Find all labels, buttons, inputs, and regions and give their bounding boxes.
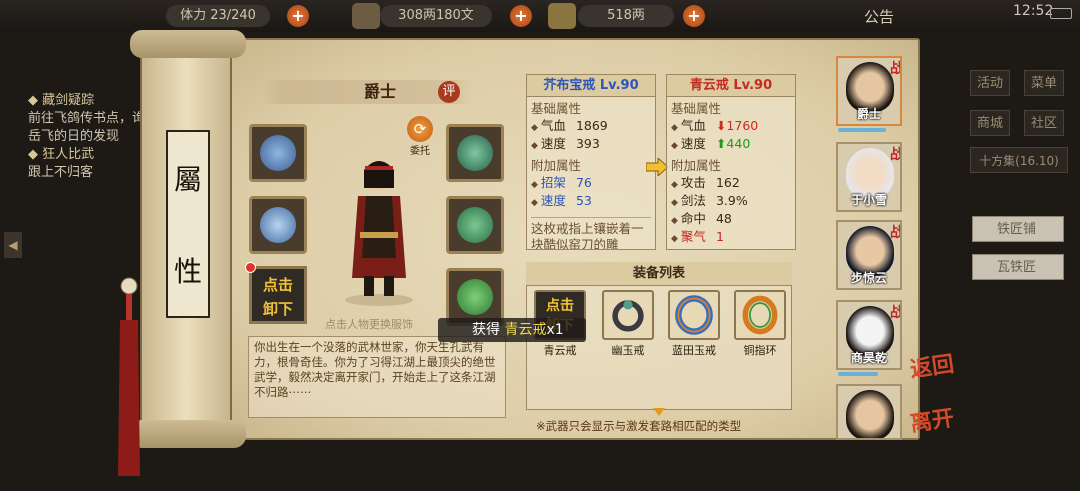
quest-desc: 跟上不归客 [28, 165, 94, 180]
roster-card[interactable]: 战 于小雪 [836, 142, 902, 212]
new-item-panel: 青云戒 Lv.90 基础属性 ◆ 气血 ⬇1760 ◆ 速度 ⬆440 附加属性 ◆ 攻击… [666, 74, 796, 250]
sword-icon [260, 207, 296, 243]
extra-attr-title: 附加属性 [531, 158, 582, 173]
ring-item-youyu[interactable] [602, 290, 654, 340]
quest-tracker[interactable]: ◆ 藏剑疑踪 前往飞鸽传书点，询问岳飞的日的发现 ◆ 狂人比武 跟上不归客 [28, 92, 158, 182]
character-name: 爵士 [363, 82, 396, 101]
attr-row: ◆ 招架 76 [531, 175, 592, 190]
base-attr-title: 基础属性 [531, 101, 582, 116]
tassel-icon [118, 277, 140, 476]
level-bar [838, 372, 878, 376]
battery-icon [1050, 8, 1072, 19]
item-obtained-toast: 获得 青云戒x1 [438, 318, 586, 342]
compare-arrow-icon [646, 158, 668, 176]
quest-title: ◆ 狂人比武 [28, 147, 95, 162]
character-bio: 你出生在一个没落的武林世家，你天生孔武有力，根骨奇佳。你为了习得江湖上最顶尖的绝… [248, 336, 506, 418]
gear-slot-helmet[interactable] [446, 124, 504, 182]
back-button[interactable]: 返回 [908, 351, 955, 383]
change-outfit-hint: 点击人物更换服饰 [325, 318, 413, 331]
item-description: 这枚戒指上镶嵌着一块酷似窑刀的雕 [531, 217, 651, 249]
gear-slot-weapon[interactable] [249, 196, 307, 254]
jade-pendant-icon [457, 279, 493, 315]
ring-label: 青云戒 [543, 344, 577, 357]
unequip-button[interactable]: 点击 卸下 [249, 266, 307, 324]
shifang-button[interactable]: 十方集(16.10) [970, 147, 1068, 173]
attr-row: ◆ 气血 1869 [531, 118, 608, 133]
attr-row: ◆ 聚气 1 [671, 229, 724, 244]
notification-dot [245, 262, 256, 273]
current-item-panel: 芥布宝戒 Lv.90 基础属性 ◆ 气血 1869 ◆ 速度 393 附加属性 ◆ 招架 7… [526, 74, 656, 250]
leave-button[interactable]: 离开 [908, 405, 955, 437]
attr-row: ◆ 速度 53 [531, 193, 592, 208]
gear-slot-weapon-accessory[interactable] [249, 124, 307, 182]
roster-card[interactable]: 战 商昊乾 [836, 300, 902, 370]
notice-button[interactable]: 公告 [864, 6, 894, 27]
shop-button[interactable]: 商城 [970, 110, 1010, 136]
ring-label: 蓝田玉戒 [672, 344, 716, 357]
helmet-icon [457, 135, 493, 171]
blacksmith-shop-button[interactable]: 铁匠铺 [972, 216, 1064, 242]
roster-card[interactable]: 战 步惊云 [836, 220, 902, 290]
base-attr-title: 基础属性 [671, 101, 722, 116]
armor-icon [457, 207, 493, 243]
activity-button[interactable]: 活动 [970, 70, 1010, 96]
attr-row: ◆ 气血 ⬇1760 [671, 118, 759, 133]
scroll-down-icon[interactable] [653, 408, 665, 416]
scroll-top-knob [130, 30, 246, 58]
add-gold-button[interactable]: + [683, 5, 705, 27]
level-bar [838, 128, 886, 132]
ring-icon [612, 300, 644, 332]
tile-smith-button[interactable]: 瓦铁匠 [972, 254, 1064, 280]
new-item-name: 青云戒 Lv.90 [667, 75, 795, 97]
ring-icon [742, 295, 778, 335]
roster-card[interactable] [836, 384, 902, 440]
gold-ingot-icon [548, 3, 576, 29]
ring-item-lantian[interactable] [668, 290, 720, 340]
gold-counter: 518两 [578, 5, 674, 27]
ring-label: 铜指环 [743, 344, 777, 357]
scroll-bottom-knob [130, 420, 246, 448]
attr-row: ◆ 速度 393 [531, 136, 600, 151]
ring-item-tong[interactable] [734, 290, 786, 340]
character-portrait[interactable] [336, 148, 422, 308]
attr-row: ◆ 攻击 162 [671, 175, 740, 190]
gear-slot-armor[interactable] [446, 196, 504, 254]
coin-icon [352, 3, 380, 29]
attr-row: ◆ 速度 ⬆440 [671, 136, 751, 151]
roster-card[interactable]: 战 爵士 [836, 56, 902, 126]
current-item-name: 芥布宝戒 Lv.90 [527, 75, 655, 97]
entrust-icon: ⟳ [407, 116, 433, 142]
coin-counter: 308两180文 [380, 5, 492, 27]
gauntlet-icon [260, 135, 296, 171]
avatar [846, 390, 894, 438]
ring-label: 幽玉戒 [611, 344, 645, 357]
panel-title: 屬 性 [166, 130, 210, 318]
stamina-counter: 体力 23/240 [166, 5, 270, 27]
rate-button[interactable]: 评 [438, 81, 460, 103]
quest-desc: 前往飞鸽传书点，询问岳飞的日的发现 [28, 111, 159, 144]
attr-row: ◆ 命中 48 [671, 211, 732, 226]
equipment-list-title: 装备列表 [526, 262, 792, 286]
equipment-note: ※武器只会显示与激发套路相匹配的类型 [536, 419, 742, 433]
attr-row: ◆ 剑法 3.9% [671, 193, 748, 208]
top-bar [0, 0, 1080, 32]
add-stamina-button[interactable]: + [287, 5, 309, 27]
ring-icon [675, 295, 713, 335]
add-coin-button[interactable]: + [510, 5, 532, 27]
collapse-left-button[interactable]: ◀ [4, 232, 22, 258]
quest-title: ◆ 藏剑疑踪 [28, 93, 95, 108]
clock: 12:52 [1013, 3, 1054, 19]
menu-button[interactable]: 菜单 [1024, 70, 1064, 96]
community-button[interactable]: 社区 [1024, 110, 1064, 136]
extra-attr-title: 附加属性 [671, 158, 722, 173]
